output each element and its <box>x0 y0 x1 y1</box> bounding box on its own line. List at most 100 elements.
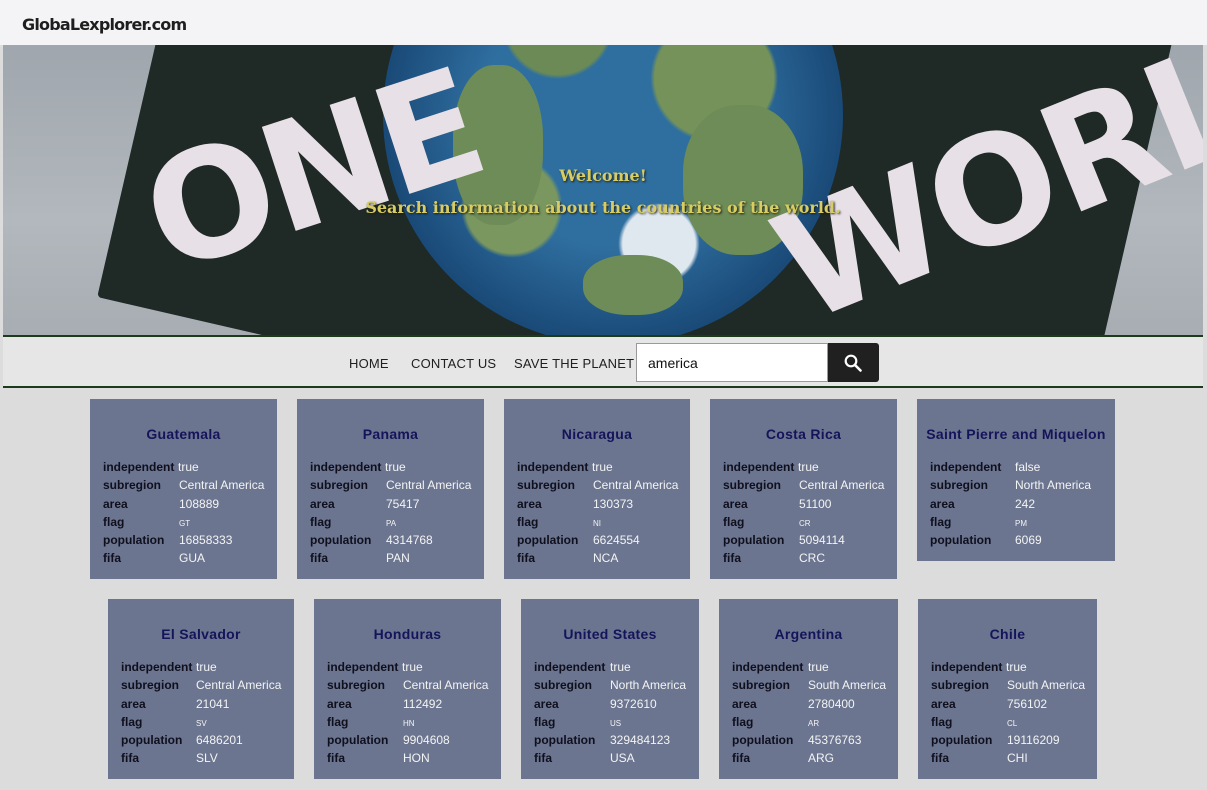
value-area: 2780400 <box>808 696 855 711</box>
nav-home-link[interactable]: HOME <box>349 356 389 371</box>
label-fifa: fifa <box>121 751 139 766</box>
label-independent: independent <box>732 660 804 674</box>
value-fifa: SLV <box>196 751 218 766</box>
label-flag: flag <box>723 514 745 529</box>
value-population: 9904608 <box>403 733 450 748</box>
value-fifa: HON <box>403 751 430 766</box>
country-card[interactable]: Chile independent true subregion South Ame… <box>918 599 1097 779</box>
label-subregion: subregion <box>103 478 162 493</box>
label-population: population <box>723 533 785 548</box>
country-card[interactable]: Honduras independent true subregion Centra… <box>314 599 501 779</box>
label-subregion: subregion <box>310 478 369 493</box>
country-name: Argentina <box>774 626 843 642</box>
country-name: Panama <box>362 426 419 442</box>
label-independent: independent <box>534 660 606 674</box>
value-fifa: GUA <box>179 551 206 566</box>
label-area: area <box>534 696 559 711</box>
value-population: 19116209 <box>1007 733 1060 748</box>
welcome-title: Welcome! <box>559 166 647 185</box>
label-population: population <box>310 533 372 548</box>
value-independent: true <box>610 660 631 674</box>
country-name: Nicaragua <box>561 426 633 442</box>
value-area: 51100 <box>799 496 832 511</box>
value-subregion: North America <box>1015 478 1092 493</box>
value-fifa: USA <box>610 751 635 766</box>
value-flag: CR <box>799 518 811 528</box>
value-subregion: Central America <box>386 478 472 493</box>
value-flag: PM <box>1015 518 1027 528</box>
label-area: area <box>121 696 146 711</box>
value-population: 329484123 <box>610 733 671 748</box>
label-flag: flag <box>517 514 539 529</box>
country-name: Costa Rica <box>765 426 842 442</box>
label-area: area <box>732 696 757 711</box>
country-card[interactable]: Costa Rica independent true subregion Cent… <box>710 399 897 579</box>
country-name: El Salvador <box>161 626 241 642</box>
value-flag: NI <box>593 518 601 528</box>
nav-contact-link[interactable]: CONTACT US <box>411 356 496 371</box>
value-flag: GT <box>179 518 191 528</box>
label-flag: flag <box>103 514 125 529</box>
country-card[interactable]: El Salvador independent true subregion Cen… <box>108 599 294 779</box>
country-card[interactable]: United States independent true subregion N… <box>521 599 699 779</box>
label-flag: flag <box>930 514 952 529</box>
label-subregion: subregion <box>931 678 990 693</box>
welcome-subtitle: Search information about the countries o… <box>365 198 841 217</box>
country-card[interactable]: Nicaragua independent true subregion Centr… <box>504 399 690 579</box>
label-area: area <box>310 496 335 511</box>
value-subregion: Central America <box>799 478 885 493</box>
label-subregion: subregion <box>534 678 593 693</box>
country-card[interactable]: Guatemala independent true subregion Centr… <box>90 399 277 579</box>
label-independent: independent <box>121 660 193 674</box>
country-name: Honduras <box>373 626 442 642</box>
country-name: Guatemala <box>146 426 221 442</box>
value-subregion: South America <box>1007 678 1086 693</box>
label-flag: flag <box>931 714 953 729</box>
country-name: United States <box>563 626 657 642</box>
value-independent: true <box>402 660 423 674</box>
value-independent: true <box>196 660 217 674</box>
country-card[interactable]: Panama independent true subregion Central … <box>297 399 484 579</box>
label-flag: flag <box>121 714 143 729</box>
label-fifa: fifa <box>517 551 535 566</box>
label-fifa: fifa <box>931 751 949 766</box>
label-area: area <box>723 496 748 511</box>
label-independent: independent <box>723 460 795 474</box>
label-area: area <box>517 496 542 511</box>
value-area: 108889 <box>179 496 220 511</box>
country-card[interactable]: Saint Pierre and Miquelon independent fal… <box>917 399 1115 561</box>
value-area: 756102 <box>1007 696 1048 711</box>
label-independent: independent <box>103 460 175 474</box>
value-fifa: CRC <box>799 551 825 566</box>
label-fifa: fifa <box>327 751 345 766</box>
value-fifa: PAN <box>386 551 410 566</box>
label-independent: independent <box>930 460 1002 474</box>
value-population: 4314768 <box>386 533 433 548</box>
site-logo[interactable]: GlobaLexplorer.com <box>22 15 187 34</box>
hero-banner: ONE WORLD Welcome! Search information ab… <box>3 45 1203 335</box>
value-population: 6486201 <box>196 733 243 748</box>
label-fifa: fifa <box>723 551 741 566</box>
label-fifa: fifa <box>310 551 328 566</box>
nav-save-planet-link[interactable]: SAVE THE PLANET <box>514 356 634 371</box>
country-name: Chile <box>989 626 1026 642</box>
nav-bar: HOME CONTACT US SAVE THE PLANET <box>3 335 1203 388</box>
label-fifa: fifa <box>534 751 552 766</box>
label-subregion: subregion <box>327 678 386 693</box>
value-fifa: ARG <box>808 751 835 766</box>
label-population: population <box>327 733 389 748</box>
label-flag: flag <box>534 714 556 729</box>
label-independent: independent <box>931 660 1003 674</box>
search-button[interactable] <box>828 343 879 382</box>
value-independent: true <box>808 660 829 674</box>
label-population: population <box>931 733 993 748</box>
country-card[interactable]: Argentina independent true subregion South… <box>719 599 898 779</box>
value-flag: US <box>610 718 622 728</box>
search-input[interactable] <box>636 343 828 382</box>
value-area: 112492 <box>403 696 443 711</box>
label-fifa: fifa <box>103 551 121 566</box>
value-area: 21041 <box>196 696 230 711</box>
label-population: population <box>732 733 794 748</box>
value-subregion: Central America <box>593 478 679 493</box>
label-fifa: fifa <box>732 751 750 766</box>
